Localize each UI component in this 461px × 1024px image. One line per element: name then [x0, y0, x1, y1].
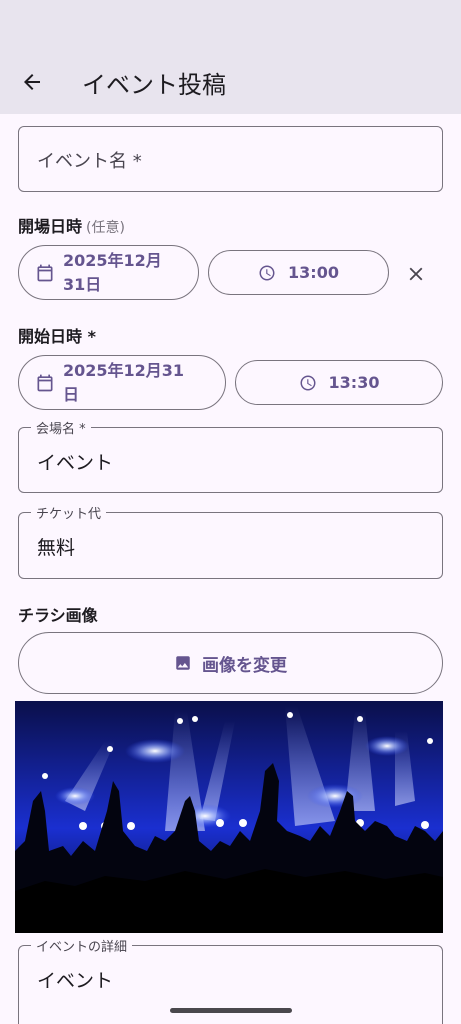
ticket-price-label: チケット代 — [31, 503, 107, 522]
start-date-line2: 日 — [63, 384, 80, 404]
details-label: イベントの詳細 — [31, 936, 133, 955]
change-image-button[interactable]: 画像を変更 — [18, 632, 443, 694]
page-title: イベント投稿 — [82, 70, 226, 99]
ticket-price-field[interactable]: チケット代 無料 — [18, 503, 443, 579]
flyer-image-label: チラシ画像 — [18, 606, 98, 625]
open-datetime-label: 開場日時 (任意) — [18, 213, 125, 237]
status-bar — [0, 0, 461, 50]
open-datetime-label-text: 開場日時 — [18, 217, 83, 236]
start-datetime-label: 開始日時 * — [18, 327, 96, 346]
event-name-field[interactable]: イベント名 * — [18, 126, 443, 192]
venue-field[interactable]: 会場名 * イベント — [18, 418, 443, 493]
start-date-line1: 2025年12月31 — [63, 360, 185, 380]
clear-open-datetime-button[interactable] — [398, 256, 434, 292]
start-time-value: 13:30 — [328, 372, 380, 392]
clock-icon — [259, 265, 275, 280]
details-value: イベント — [37, 970, 114, 992]
back-button[interactable] — [8, 58, 56, 106]
clock-icon — [300, 375, 316, 390]
open-time-value: 13:00 — [288, 262, 339, 282]
start-time-button[interactable]: 13:30 — [235, 360, 443, 405]
open-date-line1: 2025年12月 — [63, 250, 162, 270]
venue-label: 会場名 * — [31, 418, 91, 437]
calendar-icon — [37, 374, 53, 391]
close-icon — [409, 267, 423, 281]
optional-label: (任意) — [86, 220, 125, 236]
image-icon — [176, 656, 190, 670]
venue-value: イベント — [37, 452, 114, 474]
home-indicator[interactable] — [170, 1008, 292, 1013]
start-date-button[interactable]: 2025年12月31 日 — [18, 355, 226, 410]
open-date-button[interactable]: 2025年12月 31日 — [18, 245, 199, 300]
flyer-image — [15, 701, 443, 933]
change-image-label: 画像を変更 — [202, 655, 287, 676]
event-name-placeholder: イベント名 * — [37, 151, 142, 172]
open-time-button[interactable]: 13:00 — [208, 250, 389, 295]
ticket-price-value: 無料 — [37, 537, 76, 559]
calendar-icon — [37, 264, 53, 281]
arrow-left-icon — [24, 74, 40, 90]
app-bar: イベント投稿 — [0, 50, 461, 114]
open-date-line2: 31日 — [63, 274, 102, 294]
